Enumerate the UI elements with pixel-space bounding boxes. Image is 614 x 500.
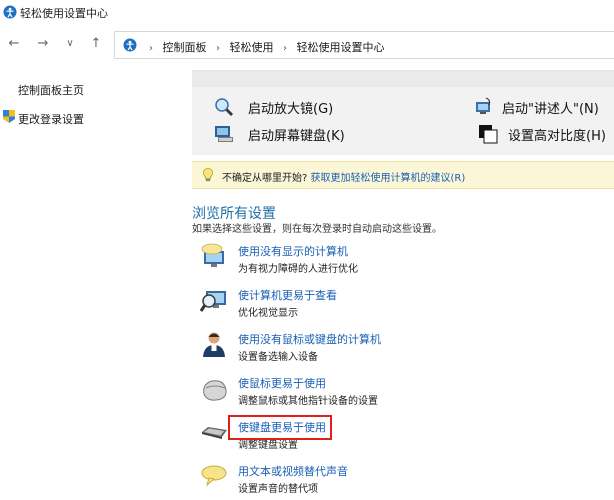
left-pane: 控制面板主页 更改登录设置	[0, 70, 180, 500]
breadcrumb-separator: ›	[149, 43, 153, 54]
make-mouse-easier-link[interactable]: 使鼠标更易于使用	[238, 375, 326, 391]
list-item: 使计算机更易于查看 优化视觉显示	[200, 284, 600, 320]
magnifier-icon	[215, 98, 234, 117]
start-magnifier-label: 启动放大镜(G)	[248, 102, 334, 117]
breadcrumb-item-ease-center[interactable]: 轻松使用设置中心	[297, 41, 385, 54]
breadcrumb-separator: ›	[283, 43, 287, 54]
make-easier-to-see-desc: 优化视觉显示	[238, 308, 298, 319]
recent-locations-button[interactable]: ∨	[62, 36, 78, 52]
shield-icon	[3, 110, 15, 123]
quick-access-panel: 启动放大镜(G) 启动"讲述人"(N) 启动屏幕键盘(K) 设置高对比度(H)	[192, 70, 614, 155]
breadcrumb: › 控制面板 › 轻松使用 › 轻松使用设置中心	[143, 39, 385, 55]
use-without-mouse-keyboard-desc: 设置备选输入设备	[238, 352, 318, 363]
text-visual-alternatives-link[interactable]: 用文本或视频替代声音	[238, 463, 348, 479]
back-button[interactable]: ←	[6, 36, 22, 52]
tip-prefix: 不确定从哪里开始?	[222, 173, 308, 184]
keyboard-icon	[202, 427, 227, 439]
onscreen-keyboard-icon	[215, 126, 233, 142]
use-without-mouse-keyboard-link[interactable]: 使用没有鼠标或键盘的计算机	[238, 331, 381, 347]
control-panel-home-link[interactable]: 控制面板主页	[18, 82, 84, 98]
speech-display-icon	[201, 243, 224, 267]
title-bar: 轻松使用设置中心	[0, 0, 614, 26]
mouse-icon	[203, 380, 227, 401]
start-magnifier-link[interactable]: 启动放大镜(G)	[214, 97, 394, 117]
address-bar[interactable]: › 控制面板 › 轻松使用 › 轻松使用设置中心	[114, 31, 614, 59]
lightbulb-icon	[203, 168, 213, 182]
set-high-contrast-link[interactable]: 设置高对比度(H)	[478, 124, 614, 144]
high-contrast-icon	[479, 125, 498, 144]
highlight-box	[228, 415, 332, 440]
change-signin-settings-link[interactable]: 更改登录设置	[18, 111, 84, 127]
use-without-display-link[interactable]: 使用没有显示的计算机	[238, 243, 348, 259]
list-item: 使用没有显示的计算机 为有视力障碍的人进行优化	[200, 240, 600, 276]
person-icon	[203, 332, 225, 357]
set-high-contrast-label: 设置高对比度(H)	[508, 129, 606, 144]
list-item: 用文本或视频替代声音 设置声音的替代项	[200, 460, 600, 496]
up-button[interactable]: ↑	[88, 36, 104, 52]
use-without-display-desc: 为有视力障碍的人进行优化	[238, 264, 358, 275]
navigation-bar: ← → ∨ ↑ › 控制面板 › 轻松使用 › 轻松使用设置中心	[0, 27, 614, 63]
ease-of-access-icon	[3, 5, 17, 19]
forward-button[interactable]: →	[35, 36, 51, 52]
make-mouse-easier-desc: 调整鼠标或其他指针设备的设置	[238, 396, 378, 407]
start-onscreen-keyboard-link[interactable]: 启动屏幕键盘(K)	[214, 124, 394, 144]
monitor-magnifier-icon	[200, 291, 226, 312]
tip-text: 不确定从哪里开始? 获取更加轻松使用计算机的建议(R)	[222, 169, 465, 184]
make-easier-to-see-link[interactable]: 使计算机更易于查看	[238, 287, 337, 303]
browse-all-settings-subtitle: 如果选择这些设置，则在每次登录时自动启动这些设置。	[192, 224, 442, 235]
get-recommendations-link[interactable]: 获取更加轻松使用计算机的建议(R)	[311, 173, 466, 184]
start-narrator-label: 启动"讲述人"(N)	[502, 102, 599, 117]
speech-bubble-icon	[201, 465, 227, 487]
breadcrumb-separator: ›	[216, 43, 220, 54]
breadcrumb-item-control-panel[interactable]: 控制面板	[163, 41, 207, 54]
control-panel-icon	[123, 38, 137, 52]
tip-bar: 不确定从哪里开始? 获取更加轻松使用计算机的建议(R)	[192, 161, 614, 189]
text-visual-alternatives-desc: 设置声音的替代项	[238, 484, 318, 495]
start-narrator-link[interactable]: 启动"讲述人"(N)	[474, 97, 614, 117]
window-title: 轻松使用设置中心	[20, 7, 108, 20]
list-item: 使用没有鼠标或键盘的计算机 设置备选输入设备	[200, 328, 600, 364]
list-item: 使鼠标更易于使用 调整鼠标或其他指针设备的设置	[200, 372, 600, 408]
start-onscreen-keyboard-label: 启动屏幕键盘(K)	[248, 129, 345, 144]
breadcrumb-item-ease-of-access[interactable]: 轻松使用	[230, 41, 274, 54]
narrator-icon	[476, 97, 491, 114]
quick-panel-header	[192, 71, 614, 87]
